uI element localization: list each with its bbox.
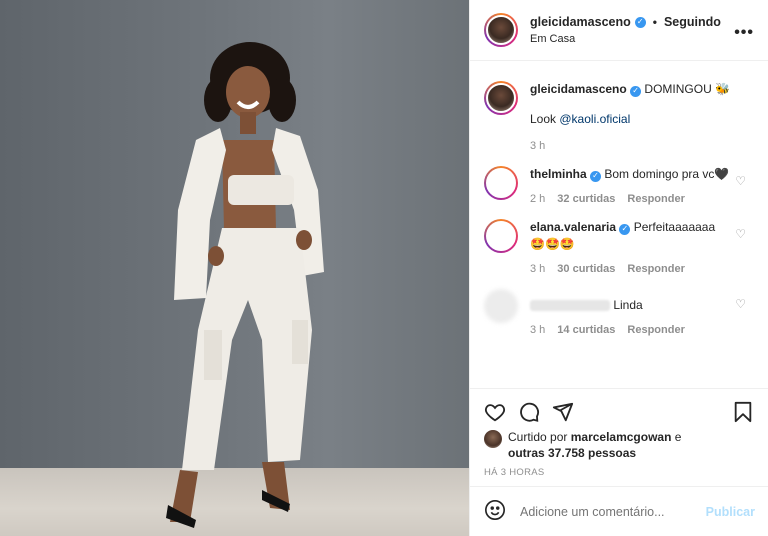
verified-icon: ✓	[630, 85, 642, 97]
comment-likes-count[interactable]: 32 curtidas	[557, 193, 615, 205]
caption-emoji: 🐝	[715, 82, 731, 96]
publish-button[interactable]: Publicar	[706, 505, 755, 519]
comment-avatar[interactable]	[484, 219, 518, 253]
caption-mention-link[interactable]: @kaoli.oficial	[559, 112, 630, 126]
comment-text: elana.valenaria ✓ Perfeitaaaaaaa 🤩🤩🤩	[530, 219, 734, 253]
comment-body: elana.valenaria ✓ Perfeitaaaaaaa 🤩🤩🤩 3 h…	[530, 219, 754, 275]
header-separator: •	[652, 15, 657, 29]
following-button[interactable]: Seguindo	[664, 15, 721, 29]
reply-button[interactable]: Responder	[627, 263, 684, 275]
header-top-line: gleicidamasceno ✓ • Seguindo	[530, 15, 721, 29]
woman-figure	[166, 42, 324, 528]
action-icons	[470, 389, 768, 429]
like-heart-icon[interactable]	[484, 401, 506, 426]
comment-username[interactable]: elana.valenaria	[530, 220, 616, 234]
blurred-avatar[interactable]	[484, 289, 518, 323]
comment-avatar[interactable]	[484, 166, 518, 200]
post-header: gleicidamasceno ✓ • Seguindo Em Casa •••	[470, 0, 768, 61]
liked-by: Curtido por marcelamcgowan e outras 37.7…	[470, 429, 768, 461]
post-time-ago[interactable]: HÁ 3 HORAS	[470, 461, 768, 478]
comment-meta: 3 h 30 curtidas Responder	[530, 263, 734, 275]
caption-main-text: DOMINGOU	[644, 82, 712, 96]
post-actions: Curtido por marcelamcgowan e outras 37.7…	[470, 388, 768, 536]
author-avatar[interactable]	[484, 13, 518, 47]
likes-suffix: e	[674, 430, 682, 444]
comment-username[interactable]: thelminha	[530, 167, 587, 181]
comment-time: 2 h	[530, 193, 546, 205]
share-send-icon[interactable]	[552, 401, 574, 426]
comment-like-heart-icon[interactable]: ♡	[735, 297, 746, 311]
comment-text: thelminha ✓ Bom domingo pra vc🖤	[530, 166, 734, 183]
comment-body: thelminha ✓ Bom domingo pra vc🖤 2 h 32 c…	[530, 166, 754, 205]
comment-time: 3 h	[530, 324, 546, 336]
likes-others-count[interactable]: outras 37.758 pessoas	[508, 446, 636, 460]
comment-time: 3 h	[530, 263, 546, 275]
caption-time: 3 h	[530, 140, 546, 152]
comment-text: Linda	[530, 297, 734, 314]
reply-button[interactable]: Responder	[627, 324, 684, 336]
caption-look-prefix: Look	[530, 112, 557, 126]
liker-username[interactable]: marcelamcgowan	[571, 430, 672, 444]
comment-body: Linda 3 h 14 curtidas Responder	[530, 289, 754, 336]
comment-like-heart-icon[interactable]: ♡	[735, 227, 746, 241]
caption-text: gleicidamasceno ✓ DOMINGOU 🐝	[530, 81, 734, 98]
comment-message: Perfeitaaaaaaa	[633, 220, 716, 234]
comment-like-heart-icon[interactable]: ♡	[735, 174, 746, 188]
comment-bubble-icon[interactable]	[518, 401, 540, 426]
save-bookmark-icon[interactable]	[732, 401, 754, 426]
comments-list[interactable]: gleicidamasceno ✓ DOMINGOU 🐝 Look @kaoli…	[470, 61, 768, 388]
header-text: gleicidamasceno ✓ • Seguindo Em Casa	[530, 15, 721, 45]
blurred-username	[530, 300, 610, 312]
verified-icon: ✓	[590, 170, 602, 182]
reply-button[interactable]: Responder	[627, 193, 684, 205]
add-comment-bar: Publicar	[470, 486, 768, 536]
caption-username[interactable]: gleicidamasceno	[530, 82, 627, 96]
emoji-smiley-icon[interactable]	[484, 499, 506, 524]
comment-message: Linda	[613, 298, 643, 312]
author-username[interactable]: gleicidamasceno	[530, 15, 631, 29]
verified-icon: ✓	[634, 16, 646, 28]
caption-row: gleicidamasceno ✓ DOMINGOU 🐝 Look @kaoli…	[484, 81, 754, 152]
comment-meta: 3 h 14 curtidas Responder	[530, 324, 734, 336]
instagram-post: gleicidamasceno ✓ • Seguindo Em Casa •••…	[0, 0, 768, 536]
comment-row: elana.valenaria ✓ Perfeitaaaaaaa 🤩🤩🤩 3 h…	[484, 219, 754, 275]
likes-prefix: Curtido por	[508, 430, 568, 444]
likes-text: Curtido por marcelamcgowan e outras 37.7…	[508, 429, 681, 461]
caption-meta: 3 h	[530, 140, 734, 152]
comment-row: thelminha ✓ Bom domingo pra vc🖤 2 h 32 c…	[484, 166, 754, 205]
post-location[interactable]: Em Casa	[530, 33, 721, 45]
comment-input[interactable]	[520, 504, 706, 519]
comment-emoji: 🤩🤩🤩	[530, 237, 575, 251]
comment-row: Linda 3 h 14 curtidas Responder ♡	[484, 289, 754, 336]
caption-avatar[interactable]	[484, 81, 518, 115]
liker-avatar[interactable]	[484, 430, 502, 448]
comment-message: Bom domingo pra vc🖤	[604, 167, 730, 181]
comment-meta: 2 h 32 curtidas Responder	[530, 193, 734, 205]
post-photo[interactable]	[0, 0, 469, 536]
caption-body: gleicidamasceno ✓ DOMINGOU 🐝 Look @kaoli…	[530, 81, 754, 152]
more-options-icon[interactable]: •••	[734, 24, 754, 42]
post-side-panel: gleicidamasceno ✓ • Seguindo Em Casa •••…	[469, 0, 768, 536]
caption-look-line: Look @kaoli.oficial	[530, 112, 734, 126]
comment-likes-count[interactable]: 30 curtidas	[557, 263, 615, 275]
verified-icon: ✓	[619, 223, 631, 235]
comment-likes-count[interactable]: 14 curtidas	[557, 324, 615, 336]
